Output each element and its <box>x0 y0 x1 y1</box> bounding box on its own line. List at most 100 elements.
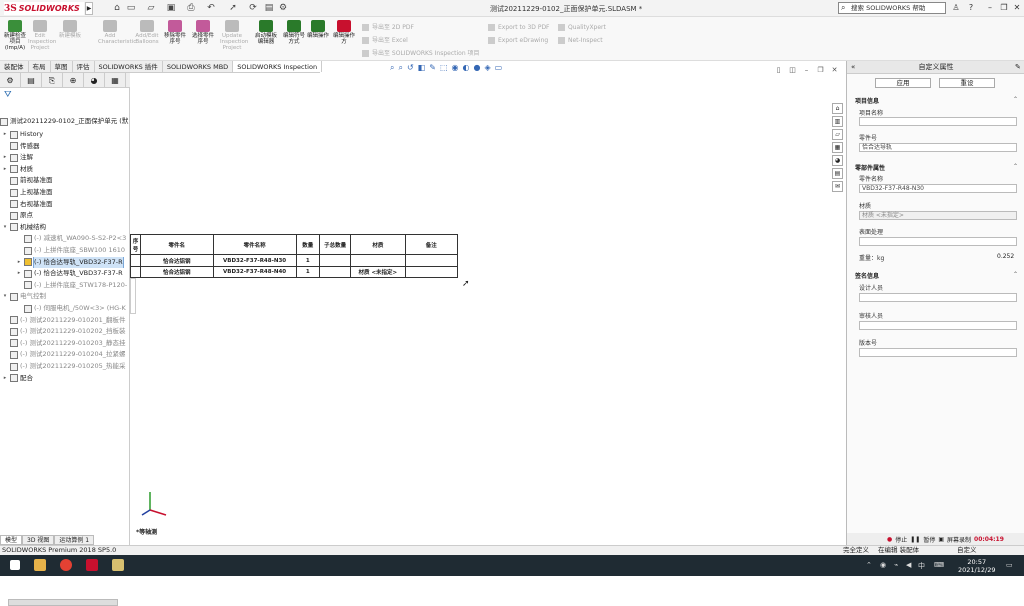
keyboard-icon[interactable]: ⌨ <box>934 561 944 569</box>
hide-show-icon[interactable]: ◐ <box>462 63 469 75</box>
volume-icon[interactable]: ◀ <box>906 561 911 569</box>
tree-expand-icon[interactable]: ▾ <box>2 222 8 233</box>
tree-item[interactable]: ▾ 机械结构 <box>0 222 130 233</box>
save-icon[interactable]: ▣ <box>166 3 176 13</box>
stop-label[interactable]: 停止 <box>895 535 907 544</box>
tree-expand-icon[interactable]: ▸ <box>16 268 22 279</box>
ribbon-button[interactable]: 新建模板 <box>58 20 82 60</box>
tree-expand-icon[interactable]: ▸ <box>2 373 8 384</box>
tree-expand-icon[interactable]: ▸ <box>2 164 8 175</box>
tree-item[interactable]: 原点 <box>0 210 130 221</box>
material-dropdown[interactable]: 材质 <未指定> <box>859 211 1017 220</box>
pause-icon[interactable]: ❚❚ <box>910 536 920 543</box>
export-2d-pdf-button[interactable]: 导出至 2D PDF <box>362 21 480 34</box>
ribbon-button[interactable]: 编辑操作 <box>306 20 330 60</box>
command-tab[interactable]: SOLIDWORKS MBD <box>163 61 234 72</box>
canvas-close-icon[interactable]: ✕ <box>830 66 839 75</box>
stop-record-icon[interactable]: ● <box>887 536 892 543</box>
design-library-icon[interactable]: ▥ <box>832 116 843 127</box>
tree-item[interactable]: ▸ 材质 <box>0 164 130 175</box>
section-collapse-icon[interactable]: ⌃ <box>1013 271 1018 278</box>
display-manager-tab-icon[interactable]: ◕ <box>84 73 105 88</box>
view-settings-icon[interactable]: ▭ <box>495 63 503 75</box>
home-icon[interactable]: ⌂ <box>112 3 122 13</box>
close-icon[interactable]: ✕ <box>1011 2 1023 14</box>
configuration-manager-tab-icon[interactable]: ⎘ <box>42 73 63 88</box>
file-explorer-icon[interactable]: ▱ <box>832 129 843 140</box>
solidworks-taskbar-icon[interactable] <box>86 559 98 571</box>
zoom-area-icon[interactable]: ⌕ <box>398 63 402 75</box>
version-field[interactable] <box>859 348 1017 357</box>
file-properties-icon[interactable]: ▤ <box>264 3 274 13</box>
surface-field[interactable] <box>859 237 1017 246</box>
search-input[interactable]: ⌕ 搜索 SOLIDWORKS 帮助 <box>838 2 946 14</box>
tree-root[interactable]: 测试20211229-0102_正面保护单元 (默 <box>0 116 130 127</box>
tree-item[interactable]: (-) 伺服电机_/50W<3> (HG-K <box>0 303 130 314</box>
ribbon-button[interactable]: Edit Inspection Project <box>28 20 56 60</box>
bom-row[interactable]: 恰合达铝钢 VBD32-F37-R48-N40 1 材质 <未指定> <box>130 265 459 279</box>
solidworks-logo[interactable]: 3S SOLIDWORKS <box>4 2 84 15</box>
canvas-minimize-icon[interactable]: – <box>802 66 811 75</box>
tree-item[interactable]: ▸ 注解 <box>0 152 130 163</box>
ribbon-button[interactable]: 编辑符号方式 <box>282 20 306 60</box>
command-tab[interactable]: 布局 <box>29 61 51 72</box>
chrome-taskbar-icon[interactable] <box>60 559 72 571</box>
ribbon-button[interactable]: Update Inspection Project <box>220 20 248 60</box>
section-collapse-icon[interactable]: ⌃ <box>1013 96 1018 103</box>
open-folder-icon[interactable]: ▱ <box>146 3 156 13</box>
feature-manager-tab-icon[interactable]: ⚙ <box>0 73 21 88</box>
reset-button[interactable]: 重设 <box>939 78 995 88</box>
tree-item[interactable]: ▸ (-) 恰合达导轨_VBD32-F37-R <box>0 256 130 268</box>
ribbon-button[interactable]: Add/Edit Balloons <box>135 20 159 60</box>
property-manager-tab-icon[interactable]: ▤ <box>21 73 42 88</box>
ribbon-button[interactable]: 编辑操作方 <box>332 20 356 60</box>
tree-item[interactable]: 右视基准面 <box>0 199 130 210</box>
bottom-tab[interactable]: 模型 <box>0 535 23 545</box>
help-icon[interactable]: ? <box>965 2 977 14</box>
tree-item[interactable]: 前视基准面 <box>0 175 130 186</box>
pin-icon[interactable]: ✎ <box>1015 61 1021 74</box>
undo-icon[interactable]: ↶ <box>206 3 216 13</box>
zoom-to-fit-icon[interactable]: ⌕ <box>390 63 394 75</box>
system-clock[interactable]: 20:57 2021/12/29 <box>958 558 995 574</box>
solidworks-resources-icon[interactable]: ⌂ <box>832 103 843 114</box>
command-tab[interactable]: 评估 <box>73 61 95 72</box>
designer-dropdown[interactable] <box>859 293 1017 302</box>
command-tab[interactable]: 草图 <box>51 61 73 72</box>
tree-item[interactable]: 传感器 <box>0 141 130 152</box>
tree-item[interactable]: ▸ History <box>0 129 130 140</box>
previous-view-icon[interactable]: ↺ <box>407 63 414 75</box>
qualityxpert-button[interactable]: QualityXpert <box>558 21 606 34</box>
tree-item[interactable]: (-) 上拼件底座_STW178-P120- <box>0 280 130 291</box>
ime-icon[interactable]: 中 <box>918 561 925 571</box>
status-units[interactable]: 自定义 <box>957 546 977 555</box>
file-explorer-taskbar-icon[interactable] <box>34 559 46 571</box>
rebuild-icon[interactable]: ⟳ <box>248 3 258 13</box>
canvas-restore-icon[interactable]: ❐ <box>816 66 825 75</box>
net-inspect-button[interactable]: Net-Inspect <box>558 34 606 47</box>
section-collapse-icon[interactable]: ⌃ <box>1013 163 1018 170</box>
tree-expand-icon[interactable]: ▸ <box>16 257 22 268</box>
options-gear-icon[interactable]: ⚙ <box>278 3 288 13</box>
bottom-tab[interactable]: 3D 视图 <box>22 535 55 545</box>
tree-item[interactable]: (-) 测试20211229-010203_静态挂 <box>0 338 130 349</box>
tray-chevron-icon[interactable]: ⌃ <box>866 561 872 569</box>
new-document-icon[interactable]: ▭ <box>126 3 136 13</box>
filter-icon[interactable]: ⛛ <box>4 90 12 100</box>
bom-row[interactable]: 恰合达铝钢 VBD32-F37-R48-N30 1 <box>130 254 459 267</box>
print-icon[interactable]: ⎙ <box>186 3 196 13</box>
dynamic-annotation-icon[interactable]: ✎ <box>429 63 436 75</box>
command-tab[interactable]: 装配体 <box>0 61 29 72</box>
tree-item[interactable]: (-) 测试20211229-010205_热能采 <box>0 361 130 372</box>
export-edrawing-button[interactable]: Export eDrawing <box>488 34 550 47</box>
tile-window-icon[interactable]: ▯ <box>774 66 783 75</box>
bom-table[interactable]: 序号 零件名 零件名称 数量 子总数量 材质 备注 恰合达铝钢 VBD32-F37-R48-N… <box>130 233 459 279</box>
command-tab[interactable]: SOLIDWORKS Inspection <box>233 61 323 72</box>
minimize-icon[interactable]: – <box>984 2 996 14</box>
ribbon-button[interactable]: 新建检查项目(lmp/A) <box>3 20 27 60</box>
ribbon-button[interactable]: 启动模板编辑器 <box>254 20 278 60</box>
menu-expand-arrow-icon[interactable]: ▶ <box>85 2 93 15</box>
horizontal-scrollbar[interactable] <box>8 599 118 606</box>
tree-expand-icon[interactable]: ▸ <box>2 152 8 163</box>
ribbon-button[interactable]: 选择零件序号 <box>191 20 215 60</box>
